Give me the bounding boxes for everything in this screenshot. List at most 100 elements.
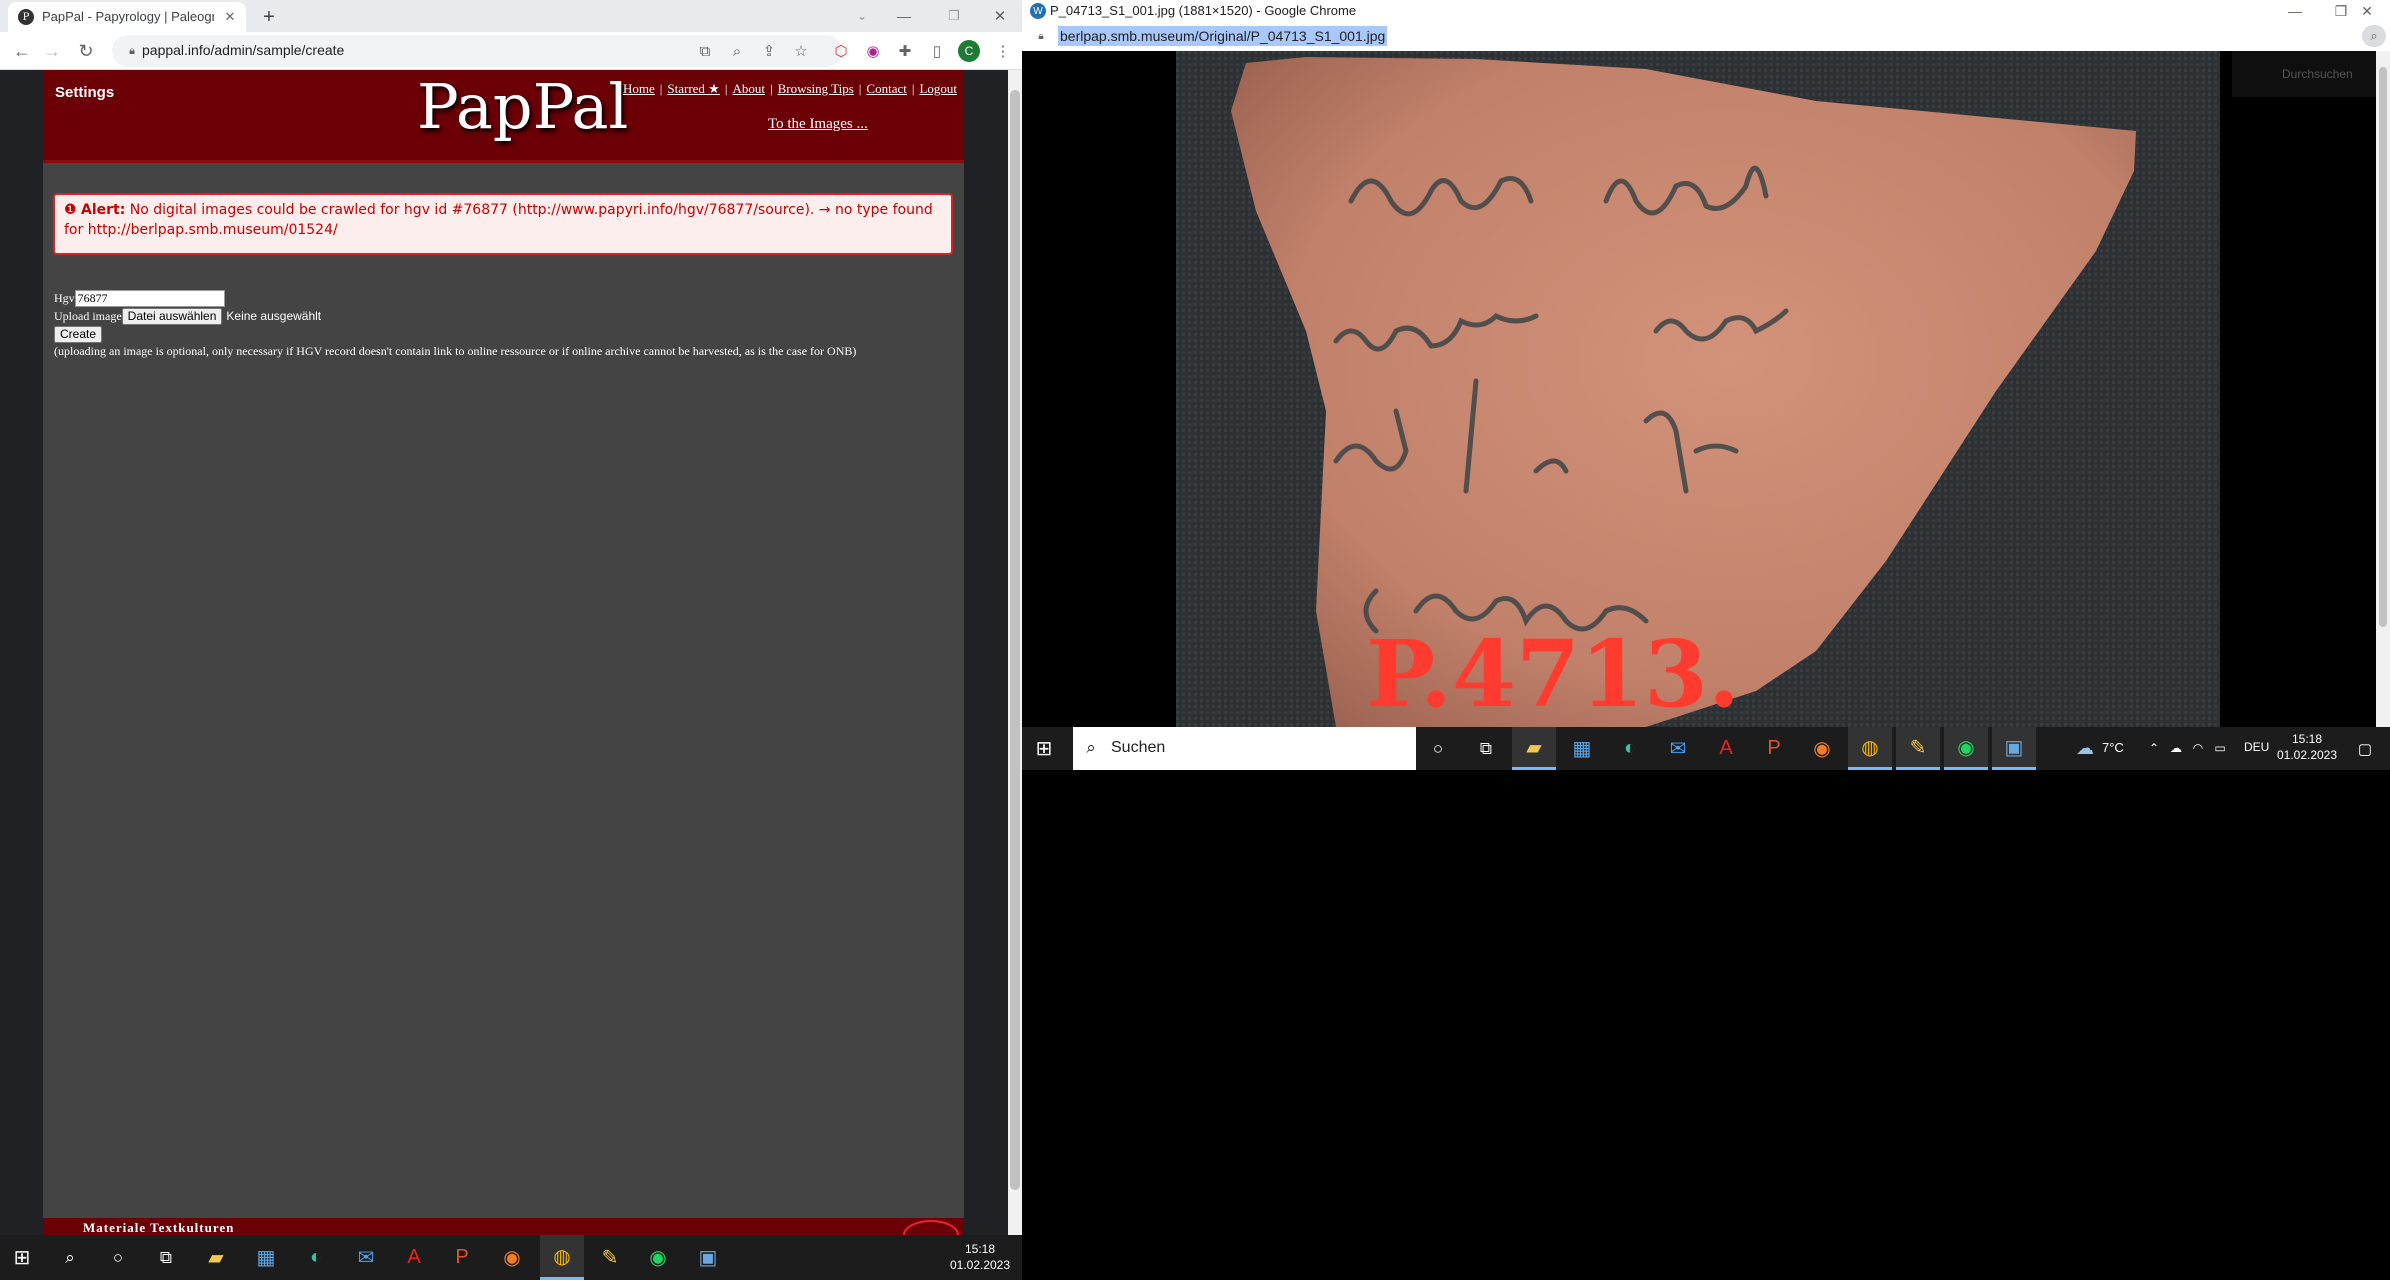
- back-icon[interactable]: ←: [8, 37, 36, 65]
- wifi-icon[interactable]: ◠: [2188, 738, 2208, 758]
- overlay-text: Durchsuchen: [2282, 67, 2353, 81]
- edge-icon[interactable]: ◐: [294, 1235, 338, 1280]
- close-tab-icon[interactable]: ✕: [220, 7, 240, 27]
- file-explorer-icon[interactable]: ▰: [194, 1235, 238, 1280]
- search-placeholder: Suchen: [1111, 739, 1166, 756]
- address-bar[interactable]: 🔒︎ pappal.info/admin/sample/create ⧉ ⌕ ⇪…: [112, 35, 842, 67]
- lock-icon[interactable]: 🔒︎: [124, 42, 140, 60]
- nav-starred[interactable]: Starred ★: [667, 81, 719, 96]
- notes-icon[interactable]: ✎: [1896, 727, 1940, 770]
- task-view-icon[interactable]: ⧉: [1464, 727, 1508, 770]
- extension-red-icon[interactable]: ⬡: [828, 38, 854, 64]
- start-windows-icon[interactable]: ⊞: [1022, 727, 1066, 770]
- site-logo[interactable]: PapPal: [417, 70, 628, 143]
- edge-icon[interactable]: ◐: [1608, 727, 1652, 770]
- zoom-icon[interactable]: ⌕: [2362, 25, 2386, 47]
- search-icon[interactable]: ⌕: [48, 1235, 92, 1280]
- scrollbar-thumb[interactable]: [2379, 67, 2387, 627]
- acrobat-icon[interactable]: A: [1704, 727, 1748, 770]
- powerpoint-icon[interactable]: P: [1752, 727, 1796, 770]
- task-view-icon[interactable]: ⧉: [144, 1235, 188, 1280]
- profile-avatar[interactable]: C: [958, 40, 980, 62]
- close-window-icon[interactable]: ✕: [2344, 0, 2390, 22]
- hgv-input[interactable]: 76877: [74, 289, 225, 307]
- footer-logo-icon: [903, 1220, 959, 1235]
- photos-icon[interactable]: ▣: [1992, 727, 2036, 770]
- menu-dots-icon[interactable]: ⋮: [990, 38, 1016, 64]
- tray-chevron-icon[interactable]: ⌃: [2144, 738, 2164, 758]
- settings-link[interactable]: Settings: [55, 84, 114, 101]
- powerpoint-icon[interactable]: P: [440, 1235, 484, 1280]
- notes-icon[interactable]: ✎: [588, 1235, 632, 1280]
- reload-icon[interactable]: ↻: [72, 37, 100, 65]
- url-text: pappal.info/admin/sample/create: [142, 42, 345, 58]
- taskbar-clock[interactable]: 15:18 01.02.2023: [948, 1241, 1012, 1273]
- bookmark-star-icon[interactable]: ☆: [788, 38, 814, 64]
- nav-home[interactable]: Home: [623, 81, 655, 96]
- minimize-icon[interactable]: —: [882, 5, 926, 27]
- file-explorer-icon[interactable]: ▰: [1512, 727, 1556, 770]
- store-icon[interactable]: ▦: [244, 1235, 288, 1280]
- minimize-icon[interactable]: —: [2272, 0, 2318, 22]
- nav-browsing-tips[interactable]: Browsing Tips: [778, 81, 854, 96]
- tab-bar: P PapPal - Papyrology | Paleograph ✕ + ⌄…: [0, 0, 1022, 32]
- language-indicator[interactable]: DEU: [2244, 740, 2269, 754]
- choose-file-button[interactable]: Datei auswählen: [121, 307, 223, 325]
- extensions-puzzle-icon[interactable]: ✚: [892, 38, 918, 64]
- right-browser-window: W P_04713_S1_001.jpg (1881×1520) - Googl…: [1022, 0, 2390, 770]
- nav-contact[interactable]: Contact: [866, 81, 906, 96]
- pappal-content: Settings PapPal Home | Starred ★ | About | Bro…: [43, 70, 964, 1235]
- cortana-icon[interactable]: ○: [96, 1235, 140, 1280]
- viewer-overlay: Durchsuchen: [2232, 51, 2376, 97]
- side-panel-icon[interactable]: ▯: [924, 38, 950, 64]
- photos-icon[interactable]: ▣: [686, 1235, 730, 1280]
- create-button[interactable]: Create: [54, 325, 103, 343]
- weather-cloud-icon[interactable]: ☁: [2072, 737, 2098, 759]
- mail-icon[interactable]: ✉: [1656, 727, 1700, 770]
- to-the-images-link[interactable]: To the Images ...: [768, 116, 868, 133]
- upload-row: Upload image Datei auswählen Keine ausge…: [54, 307, 856, 325]
- url-text[interactable]: berlpap.smb.museum/Original/P_04713_S1_0…: [1058, 26, 1388, 46]
- store-icon[interactable]: ▦: [1560, 727, 1604, 770]
- acrobat-icon[interactable]: A: [392, 1235, 436, 1280]
- chrome-icon[interactable]: ◍: [1848, 727, 1892, 770]
- page-scrollbar[interactable]: [1008, 70, 1022, 1235]
- site-favicon-icon: P: [18, 9, 34, 25]
- notifications-icon[interactable]: ▢: [2352, 738, 2378, 760]
- mail-icon[interactable]: ✉: [344, 1235, 388, 1280]
- battery-icon[interactable]: ▭: [2210, 738, 2230, 758]
- weather-temp[interactable]: 7°C: [2102, 740, 2124, 755]
- firefox-icon[interactable]: ◉: [490, 1235, 534, 1280]
- share-icon[interactable]: ⇪: [756, 38, 782, 64]
- page-scrollbar[interactable]: [2376, 51, 2390, 727]
- spotify-icon[interactable]: ◉: [636, 1235, 680, 1280]
- address-bar[interactable]: 🔒︎ berlpap.smb.museum/Original/P_04713_S…: [1022, 22, 2390, 51]
- tab-search-icon[interactable]: ⌄: [850, 6, 874, 26]
- translate-icon[interactable]: ⧉: [692, 38, 718, 64]
- cortana-icon[interactable]: ○: [1416, 727, 1460, 770]
- tab-pappal[interactable]: P PapPal - Papyrology | Paleograph ✕: [8, 2, 246, 32]
- right-taskbar: ⊞ ⌕ Suchen ○ ⧉ ▰ ▦ ◐ ✉ A P ◉ ◍ ✎ ◉ ▣ ☁ 7…: [1022, 727, 2390, 770]
- start-windows-icon[interactable]: ⊞: [0, 1235, 44, 1280]
- nav-logout[interactable]: Logout: [919, 81, 957, 96]
- close-window-icon[interactable]: ✕: [978, 5, 1022, 27]
- forward-icon[interactable]: →: [38, 37, 66, 65]
- browser-toolbar: ← → ↻ 🔒︎ pappal.info/admin/sample/create…: [0, 32, 1022, 70]
- taskbar-search-box[interactable]: ⌕ Suchen: [1073, 727, 1416, 770]
- restore-icon[interactable]: ❐: [932, 5, 976, 27]
- ostracon-photo[interactable]: P.4713.: [1176, 51, 2220, 727]
- lock-icon[interactable]: 🔒︎: [1034, 28, 1048, 44]
- onedrive-icon[interactable]: ☁: [2166, 738, 2186, 758]
- main-nav: Home | Starred ★ | About | Browsing Tips | Conta…: [623, 81, 958, 96]
- chrome-icon[interactable]: ◍: [540, 1235, 584, 1280]
- alert-message: No digital images could be crawled for h…: [64, 202, 933, 238]
- taskbar-clock[interactable]: 15:18 01.02.2023: [2272, 731, 2342, 763]
- extension-ublock-icon[interactable]: ◉: [860, 38, 886, 64]
- scrollbar-thumb[interactable]: [1010, 90, 1020, 1190]
- firefox-icon[interactable]: ◉: [1800, 727, 1844, 770]
- zoom-icon[interactable]: ⌕: [724, 38, 750, 64]
- nav-about[interactable]: About: [732, 81, 765, 96]
- new-tab-button[interactable]: +: [256, 5, 282, 29]
- spotify-icon[interactable]: ◉: [1944, 727, 1988, 770]
- time-text: 15:18: [964, 1242, 996, 1256]
